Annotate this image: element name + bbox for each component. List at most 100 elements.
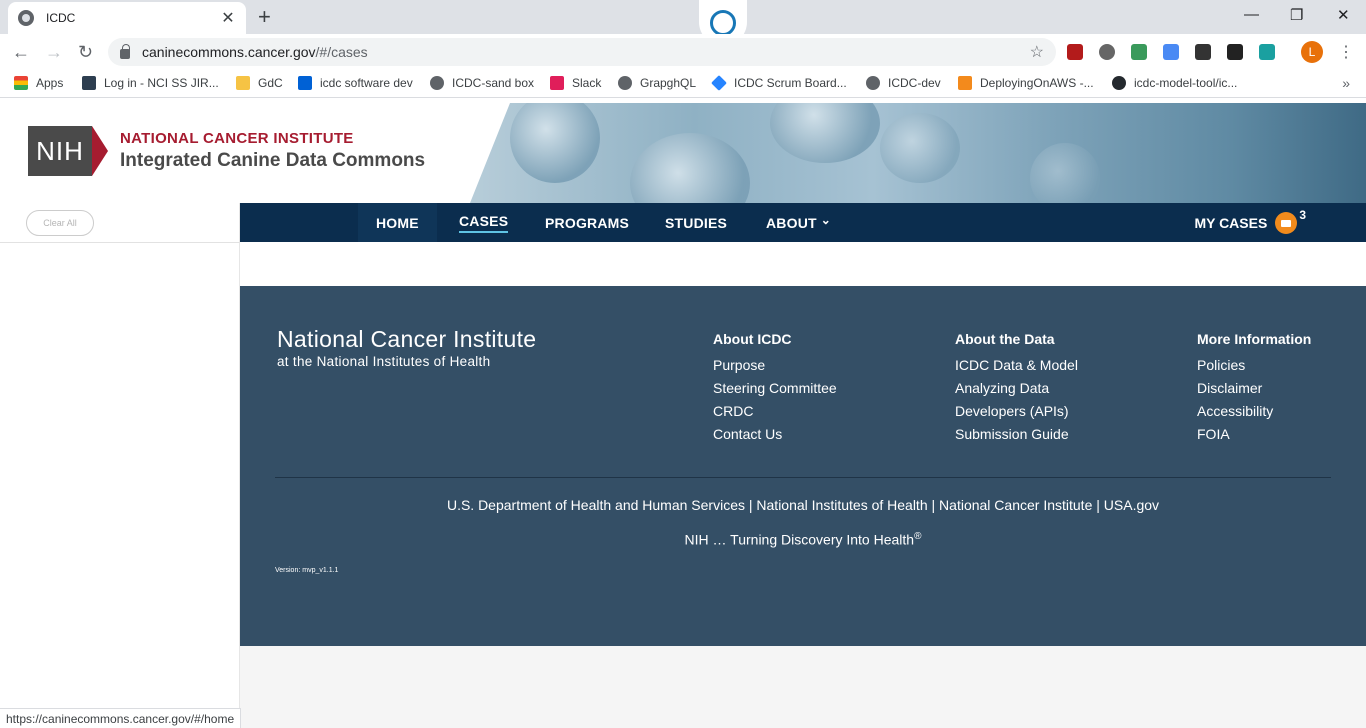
footer-link-policies[interactable]: Policies bbox=[1197, 357, 1311, 374]
footer-link-disclaimer[interactable]: Disclaimer bbox=[1197, 380, 1311, 397]
bookmark-item[interactable]: icdc-model-tool/ic... bbox=[1112, 76, 1237, 90]
selenium-extension-icon[interactable] bbox=[1195, 44, 1211, 60]
nav-studies[interactable]: STUDIES bbox=[665, 203, 727, 242]
jira-diamond-icon bbox=[711, 75, 727, 91]
status-bar-url: https://caninecommons.cancer.gov/#/home bbox=[0, 708, 242, 728]
address-bar[interactable]: caninecommons.cancer.gov/#/cases ☆ bbox=[108, 38, 1056, 66]
facet-sidebar: Clear All bbox=[0, 203, 240, 728]
folder-icon bbox=[1275, 211, 1298, 234]
main-nav: HOME CASES PROGRAMS STUDIES ABOUT ⌄ MY CA… bbox=[240, 203, 1366, 242]
nav-cases[interactable]: CASES bbox=[459, 203, 509, 242]
restore-icon[interactable]: ❐ bbox=[1290, 6, 1303, 24]
footer-subtitle: at the National Institutes of Health bbox=[277, 354, 491, 369]
bookmark-item[interactable]: Apps bbox=[14, 76, 63, 90]
institute-name: NATIONAL CANCER INSTITUTE bbox=[120, 130, 354, 147]
globe-icon bbox=[618, 76, 632, 90]
url-text: caninecommons.cancer.gov/#/cases bbox=[142, 44, 368, 60]
bookmark-item[interactable]: ICDC-dev bbox=[866, 76, 941, 90]
page-bottom-area bbox=[240, 646, 1366, 728]
bookmark-item[interactable]: GdC bbox=[236, 76, 283, 90]
menu-icon[interactable]: ⋮ bbox=[1338, 42, 1354, 62]
page: NIH NATIONAL CANCER INSTITUTE Integrated… bbox=[0, 103, 1366, 728]
footer-column-more-info: More Information Policies Disclaimer Acc… bbox=[1197, 331, 1311, 449]
banner-image bbox=[470, 103, 1366, 203]
extension-icon[interactable] bbox=[1259, 44, 1275, 60]
tab-strip: ICDC ✕ + — ❐ ✕ bbox=[0, 0, 1366, 46]
box-icon bbox=[298, 76, 312, 90]
jira-icon bbox=[82, 76, 96, 90]
version-label: Version: mvp_v1.1.1 bbox=[275, 567, 339, 574]
nav-programs[interactable]: PROGRAMS bbox=[545, 203, 629, 242]
aws-icon bbox=[958, 76, 972, 90]
close-window-icon[interactable]: ✕ bbox=[1337, 6, 1350, 24]
bookmark-item[interactable]: Slack bbox=[550, 76, 601, 90]
new-tab-icon[interactable]: + bbox=[258, 4, 271, 30]
minimize-icon[interactable]: — bbox=[1244, 6, 1259, 23]
forward-icon[interactable]: → bbox=[45, 42, 63, 63]
bookmark-star-icon[interactable]: ☆ bbox=[1030, 42, 1044, 62]
footer-link-developers[interactable]: Developers (APIs) bbox=[955, 403, 1078, 420]
bookmark-item[interactable]: Log in - NCI SS JIR... bbox=[82, 76, 219, 90]
bookmark-item[interactable]: ICDC-sand box bbox=[430, 76, 534, 90]
drive-extension-icon[interactable] bbox=[1163, 44, 1179, 60]
browser-toolbar: ← → ↻ caninecommons.cancer.gov/#/cases ☆ bbox=[0, 34, 1366, 70]
divider bbox=[0, 242, 240, 243]
footer-link-steering-committee[interactable]: Steering Committee bbox=[713, 380, 837, 397]
pdf-extension-icon[interactable] bbox=[1067, 44, 1083, 60]
x-extension-icon[interactable] bbox=[1227, 44, 1243, 60]
back-icon[interactable]: ← bbox=[12, 42, 30, 63]
my-cases-link[interactable]: MY CASES 3 bbox=[1194, 203, 1306, 242]
footer-title: National Cancer Institute bbox=[277, 326, 537, 352]
footer-divider bbox=[275, 477, 1331, 478]
footer-column-about-icdc: About ICDC Purpose Steering Committee CR… bbox=[713, 331, 837, 449]
footer-heading: About ICDC bbox=[713, 331, 792, 347]
bookmark-item[interactable]: ICDC Scrum Board... bbox=[711, 75, 847, 91]
more-bookmarks-icon[interactable]: » bbox=[1342, 75, 1350, 91]
globe-icon bbox=[866, 76, 880, 90]
nav-about[interactable]: ABOUT ⌄ bbox=[766, 203, 831, 242]
nih-logo-arrow bbox=[92, 126, 108, 176]
footer-column-about-data: About the Data ICDC Data & Model Analyzi… bbox=[955, 331, 1078, 449]
footer-link-contact-us[interactable]: Contact Us bbox=[713, 426, 837, 443]
nih-logo[interactable]: NIH bbox=[28, 126, 92, 176]
extension-icon[interactable] bbox=[1099, 44, 1115, 60]
browser-tab[interactable]: ICDC ✕ bbox=[8, 2, 246, 34]
gov-links: U.S. Department of Health and Human Serv… bbox=[446, 497, 1160, 513]
slack-icon bbox=[550, 76, 564, 90]
profile-avatar[interactable]: L bbox=[1301, 41, 1323, 63]
nih-tagline: NIH … Turning Discovery Into Health® bbox=[684, 531, 922, 548]
globe-icon bbox=[18, 10, 34, 26]
footer-link-purpose[interactable]: Purpose bbox=[713, 357, 837, 374]
footer-link-accessibility[interactable]: Accessibility bbox=[1197, 403, 1311, 420]
footer-link-submission-guide[interactable]: Submission Guide bbox=[955, 426, 1078, 443]
chevron-down-icon: ⌄ bbox=[820, 212, 832, 227]
my-cases-count-badge: 3 bbox=[1299, 207, 1306, 222]
gov-link-nih[interactable]: National Institutes of Health bbox=[756, 497, 927, 513]
clear-all-button[interactable]: Clear All bbox=[26, 210, 94, 236]
header-banner: NIH NATIONAL CANCER INSTITUTE Integrated… bbox=[0, 103, 1366, 203]
footer-link-crdc[interactable]: CRDC bbox=[713, 403, 837, 420]
footer-heading: About the Data bbox=[955, 331, 1055, 347]
gov-link-hhs[interactable]: U.S. Department of Health and Human Serv… bbox=[447, 497, 745, 513]
gov-link-usa[interactable]: USA.gov bbox=[1104, 497, 1159, 513]
lock-icon bbox=[120, 44, 130, 59]
bookmarks-bar: Apps Log in - NCI SS JIR... GdC icdc sof… bbox=[0, 70, 1366, 98]
footer-link-foia[interactable]: FOIA bbox=[1197, 426, 1311, 443]
bookmark-item[interactable]: DeployingOnAWS -... bbox=[958, 76, 1094, 90]
folder-icon bbox=[236, 76, 250, 90]
footer: National Cancer Institute at the Nationa… bbox=[240, 286, 1366, 646]
nav-home[interactable]: HOME bbox=[358, 203, 437, 242]
bookmark-item[interactable]: GrapghQL bbox=[618, 76, 696, 90]
close-icon[interactable]: ✕ bbox=[220, 8, 236, 28]
gov-link-nci[interactable]: National Cancer Institute bbox=[939, 497, 1092, 513]
footer-link-data-model[interactable]: ICDC Data & Model bbox=[955, 357, 1078, 374]
extension-icon[interactable] bbox=[1131, 44, 1147, 60]
site-name[interactable]: Integrated Canine Data Commons bbox=[120, 150, 425, 172]
footer-link-analyzing-data[interactable]: Analyzing Data bbox=[955, 380, 1078, 397]
footer-heading: More Information bbox=[1197, 331, 1312, 347]
apps-grid-icon bbox=[14, 76, 28, 90]
github-icon bbox=[1112, 76, 1126, 90]
bookmark-item[interactable]: icdc software dev bbox=[298, 76, 413, 90]
tab-title: ICDC bbox=[46, 11, 76, 25]
reload-icon[interactable]: ↻ bbox=[78, 42, 93, 63]
